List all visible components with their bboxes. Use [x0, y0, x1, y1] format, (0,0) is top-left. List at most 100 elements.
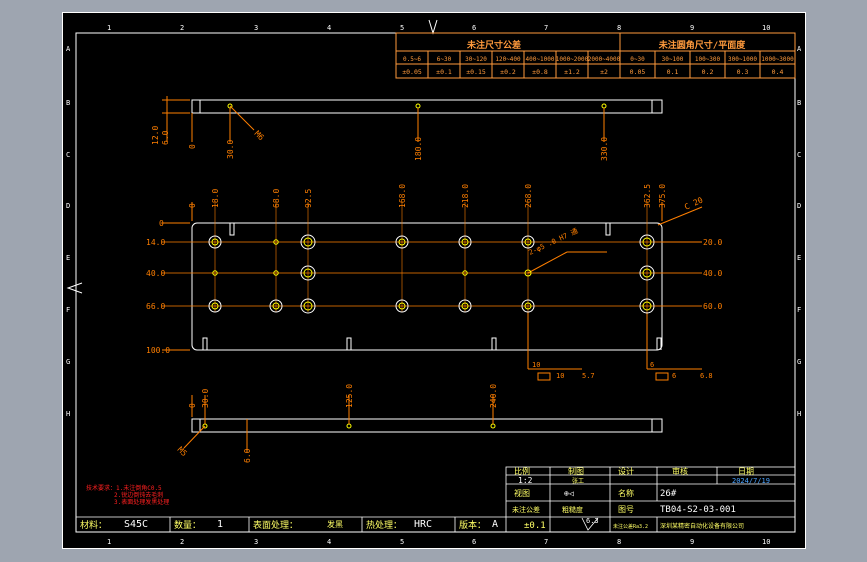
orientation-arrow-left [66, 282, 83, 294]
bottom-hole-callout: M5 [176, 445, 189, 458]
main-top-dims: 0 18.0 68.0 92.5 168.0 218.0 268.0 362.5 375.0 [188, 184, 667, 208]
rough-label: 粗糙度 [562, 505, 583, 514]
callout-b1: 6 [650, 361, 654, 369]
main-top-dim: 92.5 [304, 189, 313, 208]
tolerance-value: ±0.05 [402, 68, 422, 76]
main-left-dims: 0 14.0 40.0 66.0 100.0 [146, 219, 170, 355]
column-label: 7 [544, 24, 548, 32]
main-top-dim: 268.0 [524, 184, 533, 208]
main-right-dims: 20.0 40.0 60.0 [654, 238, 722, 311]
row-label: F [797, 306, 801, 314]
heat-label: 热处理： [366, 519, 402, 531]
orientation-arrow-top [428, 19, 438, 35]
tolerance-range: 300~1000 [728, 56, 757, 63]
heat-value: HRC [414, 519, 432, 530]
row-label: A [66, 45, 71, 53]
column-label: 6 [472, 24, 476, 32]
main-view [162, 202, 703, 370]
scale-label: 比例 [514, 466, 530, 476]
column-label: 5 [400, 24, 404, 32]
column-label: 9 [690, 24, 694, 32]
row-label: H [66, 410, 70, 418]
callout-b2: 6 [672, 372, 676, 380]
row-label: E [66, 254, 70, 262]
top-view-hole [415, 103, 421, 109]
bottom-view-hole [346, 423, 352, 429]
name-value: 26# [660, 489, 677, 499]
callout-a1: 10 [532, 361, 540, 369]
note-line-3: 3.表面处理发黑处理 [114, 498, 169, 506]
drawing-sheet[interactable]: 1 1 2 2 3 3 4 4 5 5 6 6 7 7 8 8 9 9 10 10 A A B B C C D D E E F F G G H H 未… [62, 12, 806, 549]
main-left-dim: 66.0 [146, 302, 165, 311]
note-line-2: 2.锐边倒钝去毛刺 [114, 491, 163, 499]
tolerance-value: ±0.15 [466, 68, 486, 76]
material-label: 材料： [80, 519, 107, 531]
callout-b3: 6.8 [700, 372, 713, 380]
top-hole-callout: M6 [253, 129, 266, 142]
bottom-dim-30: 30.0 [201, 389, 210, 408]
rev-label: 版本： [459, 519, 486, 531]
inner-border [75, 32, 796, 533]
bottom-left-dim: 6.0 [243, 448, 252, 463]
row-label: A [797, 45, 802, 53]
column-label: 8 [617, 24, 621, 32]
tolerance-value: ±2 [600, 68, 608, 76]
material-value: S45C [124, 519, 148, 530]
row-label: G [66, 358, 70, 366]
code-label: 图号 [618, 505, 634, 514]
row-label: E [797, 254, 801, 262]
tolerance-range: 400~1000 [526, 56, 555, 63]
scale-value: 1:2 [518, 476, 533, 485]
tolerance-range: 1000~3000 [761, 56, 794, 63]
qty-value: 1 [217, 519, 223, 530]
border-zone-labels: 1122334455667788991010A AB BC CD DE EF FG GH H [66, 24, 802, 546]
tolerance-range: 0.5~6 [403, 56, 421, 63]
code-value: TB04-S2-03-001 [660, 505, 736, 515]
main-left-dim: 14.0 [146, 238, 165, 247]
main-left-dim: 0 [159, 219, 164, 228]
top-dim-180: 180.0 [414, 137, 423, 161]
drawn-label: 制图 [568, 466, 584, 476]
tolerance-range: 120~400 [495, 56, 521, 63]
proj-symbol: ⊕◁ [564, 489, 574, 498]
column-label: 1 [107, 24, 111, 32]
main-top-dim: 0 [188, 203, 197, 208]
row-label: G [797, 358, 801, 366]
bottom-dim-0: 0 [188, 403, 197, 408]
bottom-view-hole [490, 423, 496, 429]
tolerance-range: 30~100 [662, 56, 684, 63]
main-top-dim: 168.0 [398, 184, 407, 208]
top-view [162, 96, 663, 142]
column-label: 7 [544, 538, 548, 546]
surface-label: 表面处理： [253, 519, 298, 531]
tolerance-value: 0.1 [667, 68, 679, 76]
tolerance-header-left: 未注尺寸公差 [466, 39, 521, 51]
column-label: 10 [762, 24, 770, 32]
main-top-dim: 362.5 [643, 184, 652, 208]
column-label: 9 [690, 538, 694, 546]
tolerance-value: 0.3 [737, 68, 749, 76]
tolerance-value: 0.4 [772, 68, 784, 76]
column-label: 5 [400, 538, 404, 546]
tolerance-value: ±1.2 [564, 68, 580, 76]
tol-value: ±0.1 [524, 521, 546, 531]
surface-value: 发黑 [327, 519, 343, 529]
callout-a3: 5.7 [582, 372, 595, 380]
row-label: C [66, 151, 70, 159]
main-top-dim: 375.0 [658, 184, 667, 208]
rev-value: A [492, 519, 498, 530]
tolerance-range: 2000~4000 [588, 56, 621, 63]
top-dim-30: 30.0 [226, 140, 235, 159]
column-label: 4 [327, 24, 331, 32]
column-label: 2 [180, 538, 184, 546]
tolerance-value: 0.2 [702, 68, 714, 76]
main-left-dim: 100.0 [146, 346, 170, 355]
bottom-view [183, 395, 663, 452]
row-label: H [797, 410, 801, 418]
outer-border [62, 12, 806, 549]
top-left-dim-12: 12.0 [151, 126, 160, 145]
tolerance-range: 30~120 [465, 56, 487, 63]
tolerance-range: 100~300 [695, 56, 721, 63]
main-top-dim: 218.0 [461, 184, 470, 208]
review-label: 审核 [672, 466, 688, 476]
